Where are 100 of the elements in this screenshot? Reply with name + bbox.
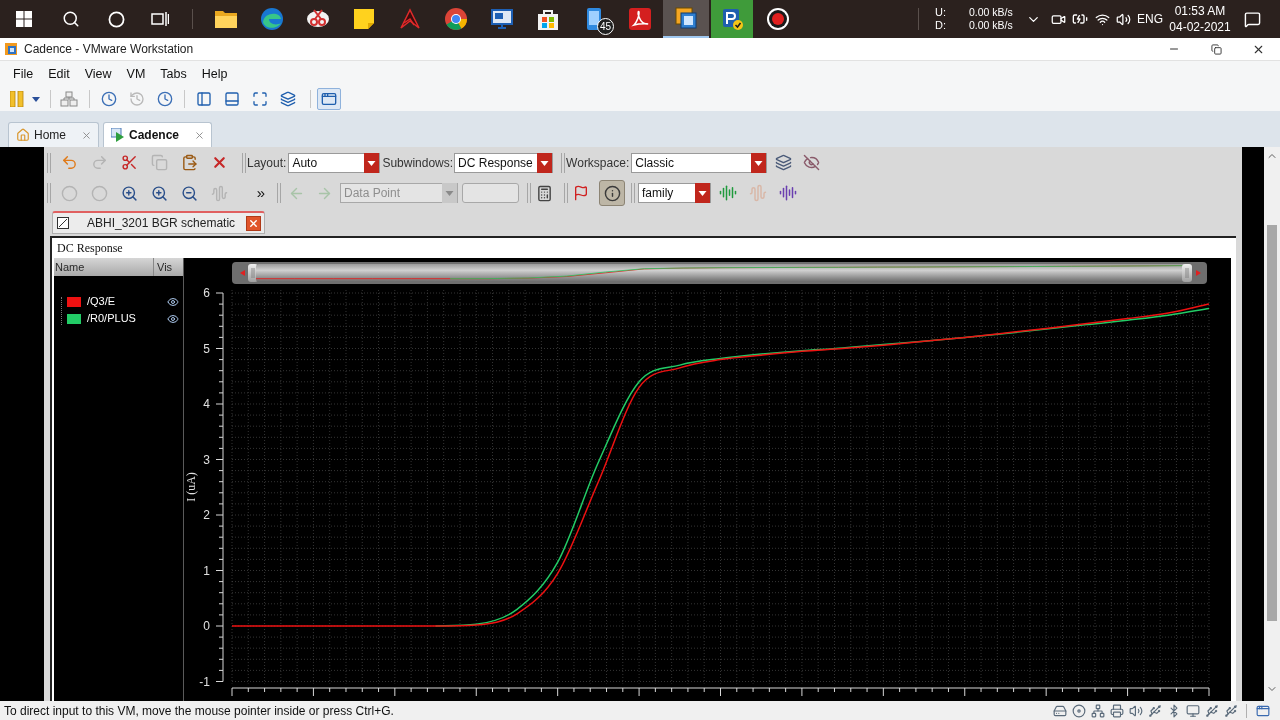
field-label: Subwindows: (382, 154, 454, 172)
taskbar-app[interactable] (663, 0, 709, 38)
circle-icon (90, 184, 108, 202)
layers-icon (774, 154, 792, 171)
info-toggle[interactable] (599, 180, 625, 206)
close-icon (248, 217, 259, 229)
window-title: Cadence - VMware Workstation (24, 41, 194, 58)
y-tick-label: 3 (203, 452, 210, 467)
upload-rate: 0.00 kB/s (969, 6, 1014, 19)
taskbar-app[interactable] (709, 0, 755, 38)
language-indicator[interactable]: ENG (1133, 0, 1167, 38)
tab[interactable]: Home (8, 122, 99, 147)
y-tick-label: 1 (203, 563, 210, 578)
diagonal-square-icon (57, 217, 69, 229)
message-icon (1243, 10, 1261, 28)
y-tick-label: 5 (203, 341, 210, 356)
field-label: Workspace: (566, 154, 630, 172)
fullscreen-icon (252, 91, 268, 107)
y-tick-label: 4 (203, 397, 210, 411)
field-label: Layout: (247, 154, 287, 172)
zoom-out-icon (180, 184, 198, 202)
copy-icon (150, 154, 168, 171)
folder-icon (214, 9, 238, 29)
taskbar-app[interactable]: 45 (571, 0, 617, 38)
zigzag-logo-icon (398, 7, 422, 31)
scrollbar-thumb[interactable] (1267, 225, 1277, 621)
eye-icon (167, 295, 179, 308)
caret-icon (751, 152, 767, 173)
wifi-icon (1094, 11, 1110, 27)
trace-name[interactable]: /Q3/E (87, 293, 157, 310)
usb-icon (1147, 703, 1162, 718)
close-icon (193, 129, 205, 141)
flag-icon (573, 185, 589, 201)
window-icon (1255, 703, 1270, 718)
ring-icon (107, 10, 125, 28)
stacked-keys-icon (60, 91, 78, 107)
hard-drive-icon (1052, 703, 1067, 718)
view-button[interactable] (317, 88, 341, 110)
menu-item[interactable]: Help (201, 66, 228, 82)
tab-close-button[interactable] (246, 215, 261, 231)
column-header: Vis (156, 260, 174, 275)
pause-button[interactable] (9, 88, 41, 110)
waveform-icon (779, 184, 797, 202)
usb-icon (1204, 703, 1219, 718)
search-icon (62, 10, 80, 28)
disc-icon (1071, 703, 1086, 718)
menu-item[interactable]: Edit (48, 66, 70, 82)
window-icon (321, 91, 337, 107)
usb-icon (1223, 703, 1238, 718)
more-tools-button[interactable]: » (246, 180, 276, 206)
overview-scrollbar[interactable] (232, 262, 1207, 284)
house-icon (16, 128, 30, 142)
download-rate: 0.00 kB/s (969, 19, 1014, 32)
overlapping-squares-icon (674, 6, 698, 30)
caret-icon (695, 183, 710, 203)
trace-name[interactable]: /R0/PLUS (87, 310, 157, 327)
y-tick-label: -1 (199, 674, 210, 689)
circle-icon (60, 184, 78, 202)
layout-dropdown[interactable]: Auto (288, 152, 381, 173)
menu-item[interactable]: VM (126, 66, 146, 82)
family-dropdown[interactable]: family (638, 183, 711, 203)
sidebar-panel-icon (196, 91, 212, 107)
clock-button[interactable]: 01:53 AM 04-02-2021 (1167, 0, 1233, 38)
caret-icon (364, 152, 380, 173)
workspace-dropdown[interactable]: Classic (631, 152, 768, 173)
tab[interactable]: Cadence (103, 122, 213, 147)
stacked-windows-icon (151, 11, 169, 27)
scrollbar[interactable] (1264, 147, 1280, 701)
caret-icon (537, 152, 553, 173)
eye-icon (167, 312, 179, 325)
printer-icon (1109, 703, 1124, 718)
shopping-bag-icon (536, 7, 560, 31)
subwindows-dropdown[interactable]: DC Response (454, 152, 554, 173)
menu-item[interactable]: File (13, 66, 34, 82)
zoom-in-icon (120, 184, 138, 202)
speaker-icon (1128, 703, 1143, 718)
status-text: To direct input to this VM, move the mouse pointer inside or press Ctrl+G. (4, 702, 394, 720)
note-icon (353, 8, 375, 30)
value-field[interactable] (462, 183, 519, 203)
network-icon (1090, 703, 1105, 718)
scissors-icon (120, 154, 138, 171)
clock-arrow-icon (129, 91, 145, 107)
menu-item[interactable]: Tabs (160, 66, 187, 82)
y-tick-label: 2 (203, 508, 210, 522)
menu-item[interactable]: View (84, 66, 112, 82)
document-tab[interactable]: ABHI_3201 BGR schematic (52, 211, 265, 234)
y-tick-label: 6 (203, 286, 210, 300)
caret-icon (442, 183, 457, 203)
caret-icon (32, 96, 40, 102)
clock-icon (101, 91, 117, 107)
redo-icon (90, 154, 108, 171)
close-icon (80, 129, 92, 141)
info-icon (603, 184, 621, 202)
four-panes-icon (16, 11, 32, 27)
pause-icon (10, 91, 24, 107)
waveform-icon (749, 184, 767, 202)
record-icon (766, 7, 790, 31)
monitor-icon (490, 7, 514, 31)
phone-icon (586, 7, 602, 31)
bottom-panel-icon (224, 91, 240, 107)
